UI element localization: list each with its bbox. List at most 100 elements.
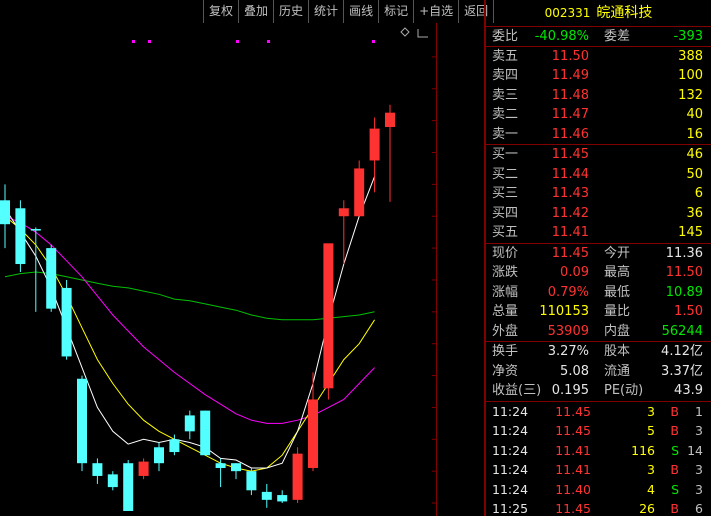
candle-body xyxy=(369,128,380,161)
ask-volume: 40 xyxy=(686,107,703,122)
candle-body xyxy=(292,453,303,500)
candle-body xyxy=(200,410,211,456)
bid-row[interactable]: 买三 11.43 6 xyxy=(486,184,711,204)
ask-volume: 132 xyxy=(678,87,703,103)
fund-value: 0.195 xyxy=(551,383,589,398)
ask-row[interactable]: 卖三 11.48 132 xyxy=(486,86,711,106)
tick-price: 11.41 xyxy=(555,462,591,477)
candle-body xyxy=(154,447,164,464)
bid-label: 买二 xyxy=(492,166,519,182)
fund-label: 净资 xyxy=(492,363,519,379)
bid-volume: 145 xyxy=(678,225,703,240)
chart-toolbar: 复权 叠加 历史 统计 画线 标记 +自选 返回 xyxy=(203,0,495,23)
fund-label: PE(动) xyxy=(604,383,644,398)
ask-label: 卖一 xyxy=(492,126,519,142)
tick-count: 1 xyxy=(695,403,703,419)
stat-row: 总量 110153 量比 1.50 xyxy=(486,302,711,322)
tick-side: S xyxy=(671,481,679,497)
signal-marker xyxy=(148,40,151,43)
stat-value: 10.89 xyxy=(665,284,703,300)
toolbar-button[interactable]: 叠加 xyxy=(238,0,274,23)
bid-price: 11.43 xyxy=(551,186,589,201)
stock-title: 002331 皖通科技 xyxy=(486,0,711,27)
fund-value: 43.9 xyxy=(674,383,703,398)
ask-row[interactable]: 卖四 11.49 100 xyxy=(486,66,711,86)
weicha-label: 委差 xyxy=(604,29,631,44)
ask-row[interactable]: 卖二 11.47 40 xyxy=(486,105,711,125)
price-stats: 现价 11.45 今开 11.36 涨跌 0.09 最高 11.50 涨幅 0.79% 最低 10.8… xyxy=(486,244,711,342)
signal-marker xyxy=(372,40,375,43)
bid-row[interactable]: 买五 11.41 145 xyxy=(486,223,711,243)
candle-body xyxy=(323,243,334,389)
ma-line-magenta xyxy=(4,215,375,424)
quote-panel: 002331 皖通科技 委比 -40.98% 委差 -393 卖五 11.50 388… xyxy=(486,0,711,516)
candle-body xyxy=(0,200,10,225)
candle-body xyxy=(385,112,395,128)
bid-row[interactable]: 买一 11.45 46 xyxy=(486,145,711,165)
candle-body xyxy=(246,471,257,491)
tick-side: B xyxy=(670,462,679,477)
ask-row[interactable]: 卖一 11.46 16 xyxy=(486,125,711,145)
tick-count: 14 xyxy=(687,442,703,458)
ask-label: 卖五 xyxy=(492,48,519,64)
axis-separator xyxy=(436,23,437,516)
candle-body xyxy=(123,463,134,511)
diamond-icon xyxy=(400,27,410,37)
tick-volume: 116 xyxy=(631,442,655,458)
candle-body xyxy=(92,463,103,476)
tick-price: 11.45 xyxy=(555,403,591,419)
tick-price: 11.45 xyxy=(555,501,591,516)
stat-row: 外盘 53909 内盘 56244 xyxy=(486,322,711,342)
resize-icon xyxy=(417,29,428,38)
ask-book: 卖五 11.50 388 卖四 11.49 100 卖三 11.48 132 卖二 11.47 40 卖… xyxy=(486,47,711,145)
toolbar-button[interactable]: 标记 xyxy=(378,0,414,23)
candle-body xyxy=(107,474,118,488)
ask-row[interactable]: 卖五 11.50 388 xyxy=(486,47,711,67)
bid-price: 11.45 xyxy=(551,147,589,162)
stat-label: 外盘 xyxy=(492,323,519,339)
stat-row: 涨跌 0.09 最高 11.50 xyxy=(486,263,711,283)
bid-volume: 50 xyxy=(686,166,703,182)
bid-row[interactable]: 买四 11.42 36 xyxy=(486,204,711,224)
stat-value: 110153 xyxy=(539,304,589,319)
candle-body xyxy=(169,439,180,453)
candle-body xyxy=(261,491,272,500)
bid-label: 买一 xyxy=(492,147,519,162)
candle-body xyxy=(184,415,195,432)
fund-row: 收益(三) 0.195 PE(动) 43.9 xyxy=(486,381,711,401)
stat-value: 11.36 xyxy=(665,245,703,261)
fund-value: 3.37亿 xyxy=(661,363,703,379)
tick-volume: 4 xyxy=(647,481,655,497)
toolbar-button[interactable]: 统计 xyxy=(308,0,344,23)
candle-body xyxy=(61,287,72,357)
tick-time: 11:25 xyxy=(492,501,529,516)
ask-price: 11.46 xyxy=(551,126,589,142)
signal-marker xyxy=(236,40,239,43)
candle-body xyxy=(277,495,288,502)
tick-row: 11:24 11.40 4 S 3 xyxy=(486,480,711,500)
toolbar-button[interactable]: 历史 xyxy=(273,0,309,23)
tick-price: 11.45 xyxy=(555,423,591,438)
tick-count: 3 xyxy=(695,462,703,477)
ask-price: 11.47 xyxy=(551,107,589,122)
stat-label: 量比 xyxy=(604,304,631,319)
weibi-label: 委比 xyxy=(492,29,519,44)
toolbar-button[interactable]: 复权 xyxy=(203,0,239,23)
candle-body xyxy=(308,399,318,468)
tick-side: B xyxy=(670,403,679,419)
stat-label: 最低 xyxy=(604,284,631,300)
kline-chart[interactable]: 11.8011.6011.4011.2011.0010.8010.6010.40… xyxy=(0,23,437,516)
bid-book: 买一 11.45 46 买二 11.44 50 买三 11.43 6 买四 11.42 36 买五 11.… xyxy=(486,145,711,244)
tick-count: 3 xyxy=(695,423,703,438)
bid-row[interactable]: 买二 11.44 50 xyxy=(486,165,711,185)
candle-body xyxy=(77,378,87,464)
stat-value: 1.50 xyxy=(674,304,703,319)
tick-time: 11:24 xyxy=(492,481,529,497)
weibi-value: -40.98% xyxy=(534,29,589,44)
tick-price: 11.40 xyxy=(555,481,591,497)
toolbar-button[interactable]: +自选 xyxy=(413,0,459,23)
tick-row: 11:24 11.41 116 S 14 xyxy=(486,441,711,461)
fund-row: 换手 3.27% 股本 4.12亿 xyxy=(486,342,711,362)
toolbar-button[interactable]: 画线 xyxy=(343,0,379,23)
fund-label: 收益(三) xyxy=(492,383,542,398)
